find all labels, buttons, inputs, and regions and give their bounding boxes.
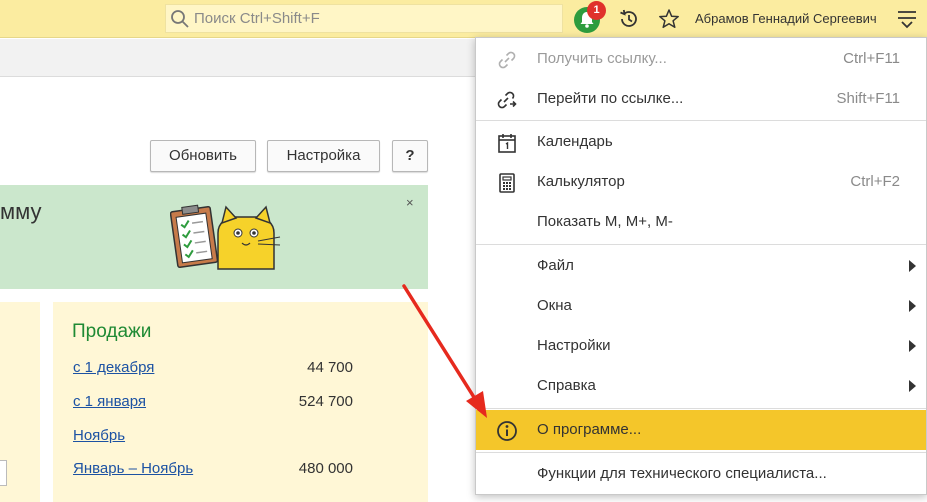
menu-item-show-memory[interactable]: Показать М, М+, М- [476,202,926,242]
promo-banner: мму × [0,185,428,289]
menu-item-tech-functions[interactable]: Функции для технического специалиста... [476,454,926,494]
sales-row-link[interactable]: с 1 января [73,393,146,410]
submenu-arrow-icon [909,380,916,392]
submenu-arrow-icon [909,300,916,312]
calendar-icon [498,134,516,153]
link-icon [498,51,516,69]
sales-row-value: 524 700 [298,393,353,410]
menu-item-calendar[interactable]: Календарь [476,122,926,162]
menu-separator [476,120,926,121]
sales-title: Продажи [72,321,152,342]
cat-checklist-illustration [170,204,281,270]
annotation-arrow-icon [402,284,487,418]
sales-row-value: 44 700 [307,359,353,376]
menu-separator [476,408,926,409]
submenu-arrow-icon [909,260,916,272]
submenu-arrow-icon [909,340,916,352]
menu-item-label: Окна [537,297,572,314]
calculator-icon [499,173,515,193]
banner-text: мму [0,199,42,224]
user-name[interactable]: Абрамов Геннадий Сергеевич [695,11,877,26]
menu-item-help[interactable]: Справка [476,366,926,406]
menu-item-label: Функции для технического специалиста... [537,465,827,482]
favorites-star-icon[interactable] [658,8,680,30]
menu-separator [476,452,926,453]
search-icon [171,9,189,28]
menu-item-calculator[interactable]: Калькулятор Ctrl+F2 [476,162,926,202]
menu-item-label: Справка [537,377,596,394]
sales-row-value: 480 000 [298,460,353,477]
menu-item-label: Календарь [537,133,613,150]
sales-panel: Продажи с 1 декабря 44 700 с 1 января 52… [53,302,428,502]
settings-button[interactable]: Настройка [267,140,380,172]
main-dropdown-menu: Получить ссылку... Ctrl+F11 Перейти по с… [475,37,927,495]
left-panel-input[interactable] [0,460,7,486]
go-to-link-icon [497,91,517,109]
menu-item-go-to-link[interactable]: Перейти по ссылке... Shift+F11 [476,79,926,119]
menu-item-label: Файл [537,257,574,274]
menu-item-get-link[interactable]: Получить ссылку... Ctrl+F11 [476,39,926,79]
menu-item-windows[interactable]: Окна [476,286,926,326]
sales-row-link[interactable]: с 1 декабря [73,359,154,376]
notification-badge: 1 [587,1,606,20]
menu-item-label: О программе... [537,421,642,438]
search-field[interactable]: Поиск Ctrl+Shift+F [165,4,563,33]
menu-item-shortcut: Ctrl+F11 [843,50,900,67]
info-icon [497,421,517,441]
help-button[interactable]: ? [392,140,428,172]
top-bar: Поиск Ctrl+Shift+F 1 Абрамов Геннадий Се… [0,0,927,38]
menu-item-label: Перейти по ссылке... [537,90,684,107]
main-menu-icon[interactable] [897,9,917,29]
menu-separator [476,244,926,245]
menu-item-settings[interactable]: Настройки [476,326,926,366]
menu-item-shortcut: Shift+F11 [836,90,900,107]
menu-item-about[interactable]: О программе... [476,410,926,450]
refresh-button[interactable]: Обновить [150,140,256,172]
sales-row-link[interactable]: Ноябрь [73,427,125,444]
menu-item-label: Калькулятор [537,173,625,190]
sales-row-link[interactable]: Январь – Ноябрь [73,460,193,477]
menu-item-shortcut: Ctrl+F2 [850,173,900,190]
menu-item-label: Показать М, М+, М- [537,213,673,230]
history-icon[interactable] [618,8,640,30]
menu-item-label: Получить ссылку... [537,50,667,67]
banner-close-button[interactable]: × [406,195,414,210]
menu-item-file[interactable]: Файл [476,246,926,286]
menu-item-label: Настройки [537,337,611,354]
search-placeholder: Поиск Ctrl+Shift+F [194,10,320,27]
